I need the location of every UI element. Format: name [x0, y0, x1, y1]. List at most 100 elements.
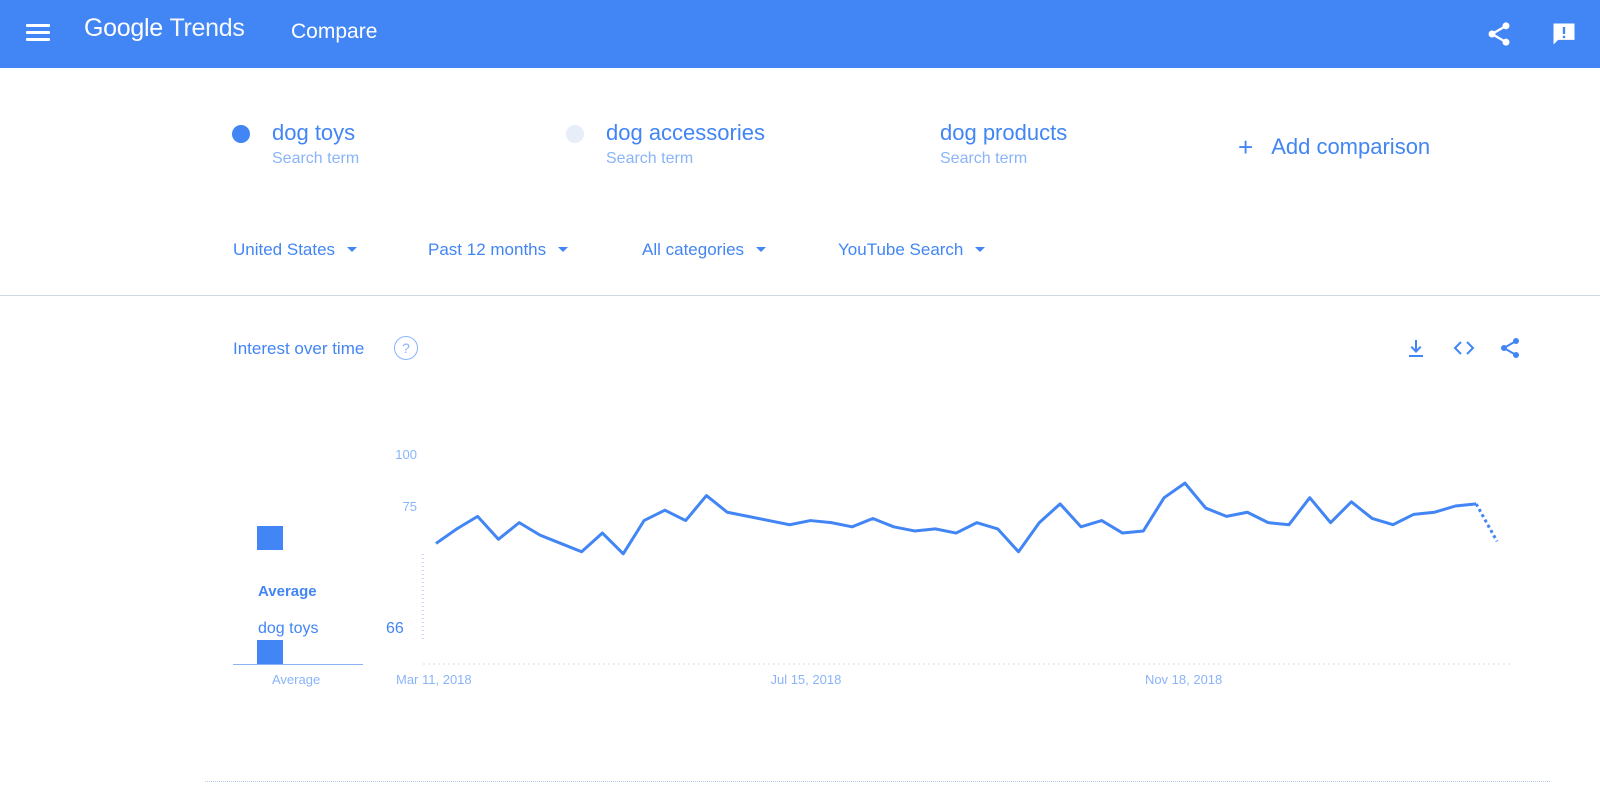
data-point[interactable] [829, 520, 834, 525]
data-point[interactable] [1307, 495, 1312, 500]
term-name: dog toys [272, 120, 356, 145]
data-point[interactable] [1411, 512, 1416, 517]
data-point[interactable] [1453, 504, 1458, 509]
data-point[interactable] [746, 514, 751, 519]
data-point[interactable] [870, 516, 875, 521]
data-point[interactable] [1099, 518, 1104, 523]
data-point[interactable] [808, 518, 813, 523]
interest-line-chart[interactable]: 100 75 Mar 11, 2018 Jul 15, 2018 Nov 18, 20… [0, 296, 1600, 801]
data-point[interactable] [558, 541, 563, 546]
series-line [435, 481, 1477, 556]
series-partial-segment [1474, 503, 1499, 543]
data-point[interactable] [1349, 499, 1354, 504]
data-point[interactable] [891, 524, 896, 529]
data-point[interactable] [1432, 510, 1437, 515]
data-point[interactable] [974, 520, 979, 525]
data-point[interactable] [1390, 522, 1395, 527]
data-point[interactable] [1141, 528, 1146, 533]
data-point[interactable] [496, 537, 501, 542]
dropdown-arrow-icon [756, 247, 767, 252]
x-tick-label: Mar 11, 2018 [396, 672, 472, 687]
data-point[interactable] [434, 541, 439, 546]
term-dog-products[interactable]: dog products Search term [900, 120, 1068, 168]
search-type-dropdown[interactable]: YouTube Search [838, 240, 986, 260]
data-point[interactable] [1182, 481, 1187, 486]
data-point[interactable] [1328, 520, 1333, 525]
feedback-icon[interactable] [1550, 20, 1578, 48]
data-point[interactable] [1495, 539, 1500, 544]
term-color-dot [232, 125, 250, 143]
term-name: dog products [940, 120, 1068, 145]
data-point[interactable] [642, 518, 647, 523]
region-value: United States [233, 240, 336, 259]
data-point[interactable] [1370, 516, 1375, 521]
share-icon[interactable] [1485, 20, 1513, 48]
x-tick-label: Jul 15, 2018 [770, 672, 841, 687]
data-point[interactable] [1037, 520, 1042, 525]
data-point[interactable] [579, 549, 584, 554]
data-point[interactable] [454, 526, 459, 531]
data-point[interactable] [1266, 520, 1271, 525]
add-comparison-label: Add comparison [1271, 134, 1431, 159]
menu-icon[interactable] [26, 24, 50, 44]
dropdown-arrow-icon [347, 247, 358, 252]
y-tick-label: 75 [403, 499, 417, 514]
data-point[interactable] [766, 518, 771, 523]
data-point[interactable] [1120, 531, 1125, 536]
plus-icon: + [1238, 132, 1254, 162]
data-point[interactable] [517, 520, 522, 525]
page-title: Compare [291, 20, 378, 43]
data-point[interactable] [725, 510, 730, 515]
interest-over-time-card: Interest over time ? Average dog toys 66… [0, 296, 1600, 801]
term-type: Search term [940, 150, 1028, 167]
term-dog-toys[interactable]: dog toys Search term [232, 120, 360, 168]
data-point[interactable] [1286, 522, 1291, 527]
data-point[interactable] [1474, 501, 1479, 506]
data-point[interactable] [662, 508, 667, 513]
brand-trends: Trends [169, 14, 245, 42]
data-point[interactable] [704, 493, 709, 498]
x-tick-label: Nov 18, 2018 [1145, 672, 1222, 687]
y-axis-ticks: 100 75 [395, 447, 417, 514]
add-comparison-button[interactable]: + Add comparison [1238, 132, 1430, 163]
data-point[interactable] [933, 526, 938, 531]
brand-google: Google [84, 14, 163, 42]
footer-divider [205, 781, 1550, 782]
term-type: Search term [606, 150, 694, 167]
comparison-terms-panel: dog toys Search term dog accessories Sea… [0, 68, 1600, 296]
x-axis-ticks: Mar 11, 2018 Jul 15, 2018 Nov 18, 2018 [396, 672, 1222, 687]
search-type-value: YouTube Search [838, 240, 964, 259]
term-type: Search term [272, 150, 360, 167]
data-point[interactable] [1016, 549, 1021, 554]
data-point[interactable] [1078, 524, 1083, 529]
data-point[interactable] [1203, 506, 1208, 511]
series-group [434, 481, 1500, 556]
data-point[interactable] [1224, 514, 1229, 519]
app-header: Google Trends Compare [0, 0, 1600, 68]
data-point[interactable] [1245, 510, 1250, 515]
data-point[interactable] [850, 524, 855, 529]
data-point[interactable] [538, 533, 543, 538]
data-point[interactable] [600, 531, 605, 536]
data-point[interactable] [995, 526, 1000, 531]
category-dropdown[interactable]: All categories [642, 240, 767, 260]
y-tick-label: 100 [395, 447, 417, 462]
data-point[interactable] [787, 522, 792, 527]
term-color-dot [900, 125, 918, 143]
google-trends-logo[interactable]: Google Trends [84, 14, 245, 43]
data-point[interactable] [475, 514, 480, 519]
term-color-dot [566, 125, 584, 143]
time-range-value: Past 12 months [428, 240, 547, 259]
time-range-dropdown[interactable]: Past 12 months [428, 240, 569, 260]
term-dog-accessories[interactable]: dog accessories Search term [566, 120, 765, 168]
data-point[interactable] [621, 551, 626, 556]
category-value: All categories [642, 240, 745, 259]
data-point[interactable] [683, 518, 688, 523]
dropdown-arrow-icon [975, 247, 986, 252]
data-point[interactable] [1162, 495, 1167, 500]
region-dropdown[interactable]: United States [233, 240, 358, 260]
data-point[interactable] [912, 528, 917, 533]
term-name: dog accessories [606, 120, 765, 145]
data-point[interactable] [1058, 501, 1063, 506]
data-point[interactable] [954, 531, 959, 536]
